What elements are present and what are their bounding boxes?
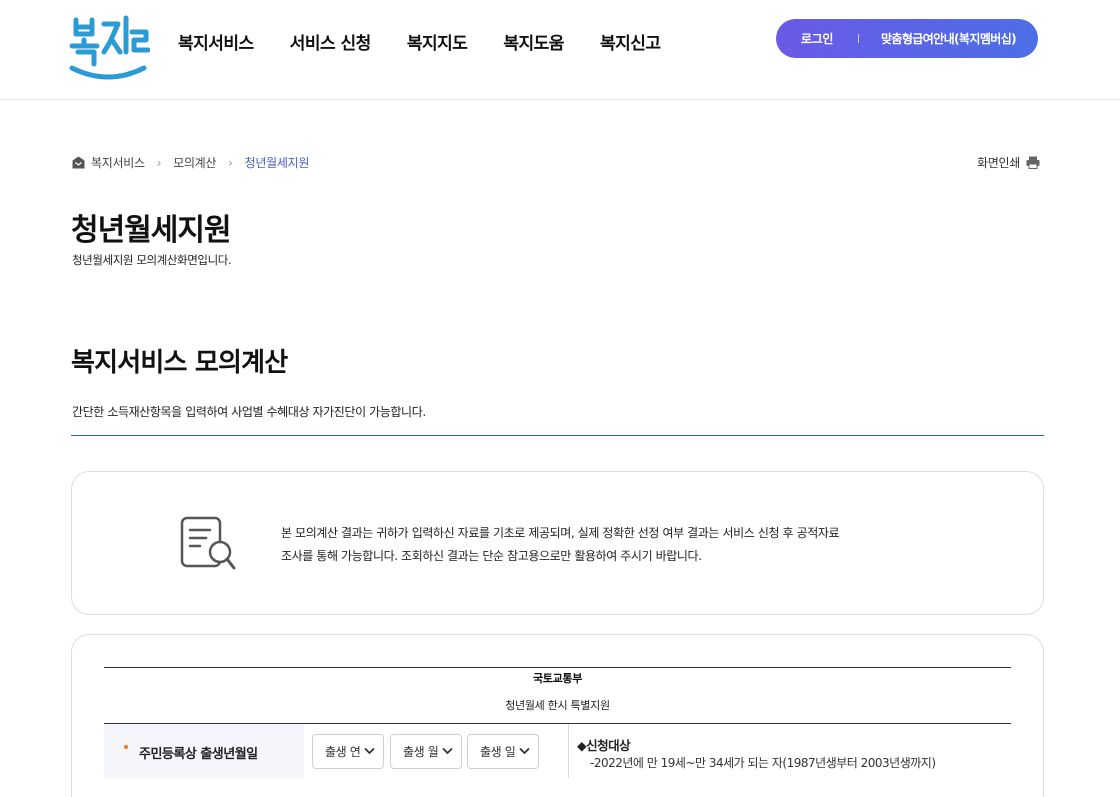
- chevron-right-icon: ›: [228, 155, 233, 170]
- chevron-right-icon: ›: [156, 155, 162, 170]
- cell-divider: [568, 724, 569, 778]
- birth-month-value: 출생 월: [403, 745, 439, 759]
- nav-welfare-help[interactable]: 복지도움: [503, 29, 564, 54]
- section-title: 복지서비스 모의계산: [71, 348, 288, 378]
- print-button[interactable]: 화면인쇄: [977, 154, 1040, 171]
- document-search-icon: [180, 516, 236, 570]
- chevron-down-icon: [519, 747, 530, 755]
- ministry-name: 국토교통부: [532, 672, 583, 685]
- page-description: 청년월세지원 모의계산화면입니다.: [72, 253, 232, 267]
- table-top-border: [104, 667, 1011, 668]
- required-bullet: [124, 745, 128, 749]
- notice-line-2: 조사를 통해 가능합니다. 조회하신 결과는 단순 참고용으로만 활용하여 주시…: [281, 549, 702, 563]
- birth-day-select[interactable]: 출생 일: [467, 734, 539, 769]
- birth-day-value: 출생 일: [480, 745, 516, 759]
- birth-month-select[interactable]: 출생 월: [390, 734, 462, 769]
- nav-welfare-map[interactable]: 복지지도: [407, 29, 468, 54]
- birth-year-select[interactable]: 출생 연: [312, 734, 384, 769]
- eligibility-title: ◆신청대상: [577, 738, 631, 753]
- main-nav: 복지서비스 서비스 신청 복지지도 복지도움 복지신고: [178, 29, 697, 54]
- section-description: 간단한 소득재산항목을 입력하여 사업별 수혜대상 자가진단이 가능합니다.: [72, 405, 426, 419]
- printer-icon: [1026, 156, 1040, 169]
- print-label: 화면인쇄: [977, 156, 1020, 170]
- breadcrumb: 복지서비스 › 모의계산 › 청년월세지원: [72, 154, 309, 171]
- notice-text: 본 모의계산 결과는 귀하가 입력하신 자료를 기초로 제공되며, 실제 정확한…: [281, 522, 881, 568]
- site-header: 복지서비스 서비스 신청 복지지도 복지도움 복지신고 로그인 맞춤형급여안내(…: [0, 0, 1120, 100]
- eligibility-description: -2022년에 만 19세~만 34세가 되는 자(1987년생부터 2003년…: [590, 756, 936, 770]
- birthdate-label: 주민등록상 출생년월일: [139, 747, 258, 762]
- account-pill: 로그인 맞춤형급여안내(복지멤버십): [776, 19, 1038, 58]
- nav-service-apply[interactable]: 서비스 신청: [290, 29, 372, 54]
- notice-line-1: 본 모의계산 결과는 귀하가 입력하신 자료를 기초로 제공되며, 실제 정확한…: [281, 526, 840, 540]
- nav-welfare-service[interactable]: 복지서비스: [178, 29, 254, 54]
- custom-benefit-guide-button[interactable]: 맞춤형급여안내(복지멤버십): [859, 30, 1038, 47]
- login-button[interactable]: 로그인: [776, 30, 858, 47]
- birth-year-value: 출생 연: [325, 745, 361, 759]
- breadcrumb-current[interactable]: 청년월세지원: [245, 154, 310, 171]
- breadcrumb-simulation[interactable]: 모의계산: [173, 154, 216, 171]
- notice-box: 본 모의계산 결과는 귀하가 입력하신 자료를 기초로 제공되며, 실제 정확한…: [71, 471, 1044, 615]
- bokjiro-logo[interactable]: [66, 12, 150, 88]
- nav-welfare-report[interactable]: 복지신고: [600, 29, 661, 54]
- chevron-down-icon: [442, 747, 453, 755]
- page-title: 청년월세지원: [71, 213, 232, 248]
- home-icon[interactable]: [72, 156, 85, 169]
- program-name: 청년월세 한시 특별지원: [505, 699, 610, 712]
- section-divider: [71, 435, 1044, 436]
- chevron-down-icon: [364, 747, 375, 755]
- breadcrumb-welfare-service[interactable]: 복지서비스: [91, 154, 145, 171]
